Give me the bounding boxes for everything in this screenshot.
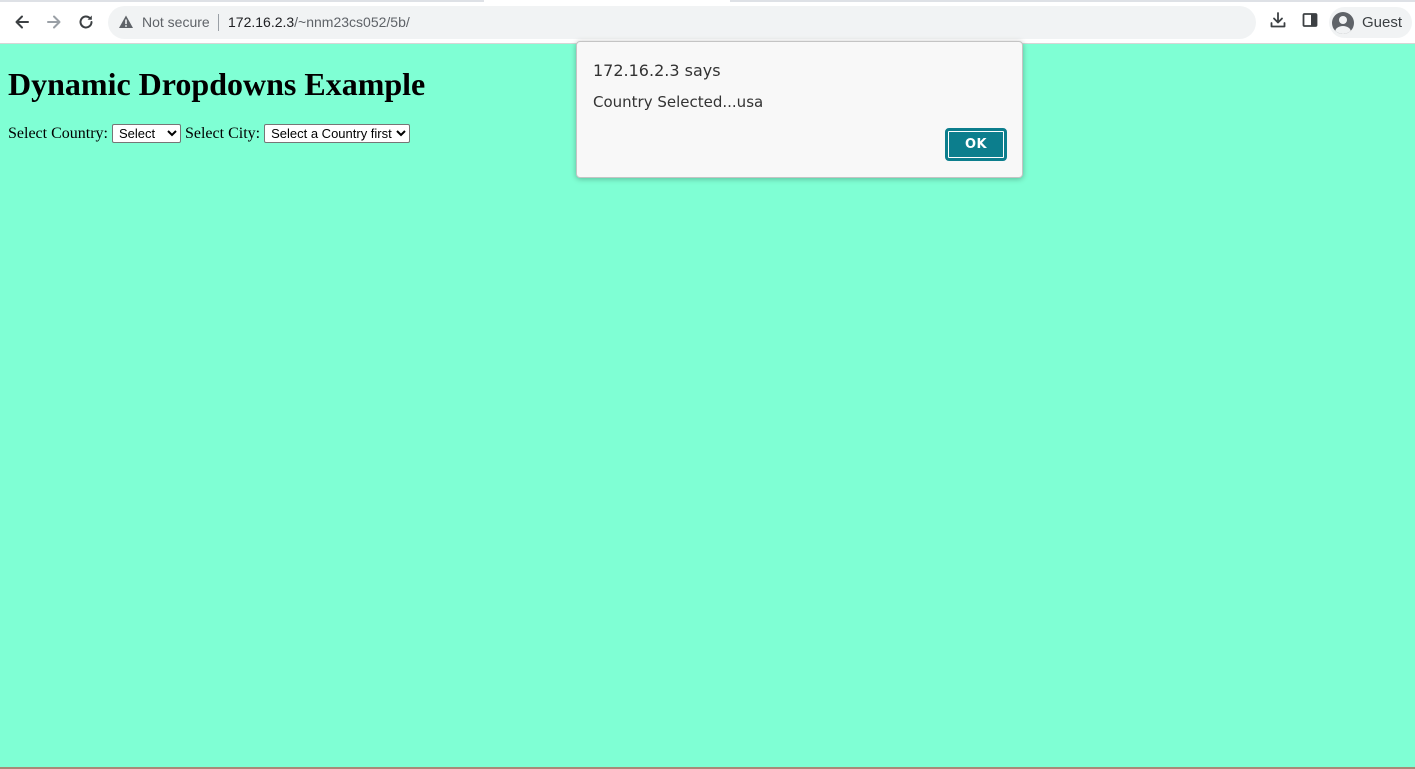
country-select[interactable]: Select [111,124,181,143]
alert-dialog: 172.16.2.3 says Country Selected...usa O… [576,41,1023,178]
page-title: Dynamic Dropdowns Example [8,66,426,102]
profile-avatar-icon [1332,11,1354,34]
address-bar[interactable]: Not secure 172.16.2.3/~nnm23cs052/5b/ [108,6,1256,39]
browser-toolbar: Not secure 172.16.2.3/~nnm23cs052/5b/ Gu… [0,0,1415,44]
url-text[interactable]: 172.16.2.3/~nnm23cs052/5b/ [228,14,410,31]
forward-icon [45,13,63,31]
back-button[interactable] [8,8,36,36]
city-label: Select City: [184,124,261,142]
download-button[interactable] [1267,11,1289,33]
ok-button[interactable]: OK [945,128,1007,161]
reload-button[interactable] [72,8,100,36]
side-panel-icon [1302,12,1318,32]
tab-strip-edge [0,0,1415,2]
back-icon [13,13,31,31]
dialog-message: Country Selected...usa [593,93,764,111]
forward-button[interactable] [40,8,68,36]
active-tab-edge [484,0,730,2]
avatar-shoulders [1335,25,1351,34]
dropdown-row: Select Country: Select Select City: Sele… [8,124,414,143]
dialog-title: 172.16.2.3 says [593,61,721,80]
download-icon [1269,11,1287,33]
security-label[interactable]: Not secure [142,14,210,31]
profile-button[interactable]: Guest [1329,7,1413,38]
warning-icon[interactable] [118,14,134,30]
url-path: /~nnm23cs052/5b/ [294,14,410,30]
omnibox-divider [218,14,219,31]
city-select[interactable]: Select a Country first [264,124,411,143]
profile-label: Guest [1362,14,1403,31]
avatar-head [1339,15,1347,24]
country-label: Select Country: [8,124,108,142]
url-host: 172.16.2.3 [228,14,295,30]
side-panel-button[interactable] [1299,11,1321,33]
reload-icon [77,13,95,31]
